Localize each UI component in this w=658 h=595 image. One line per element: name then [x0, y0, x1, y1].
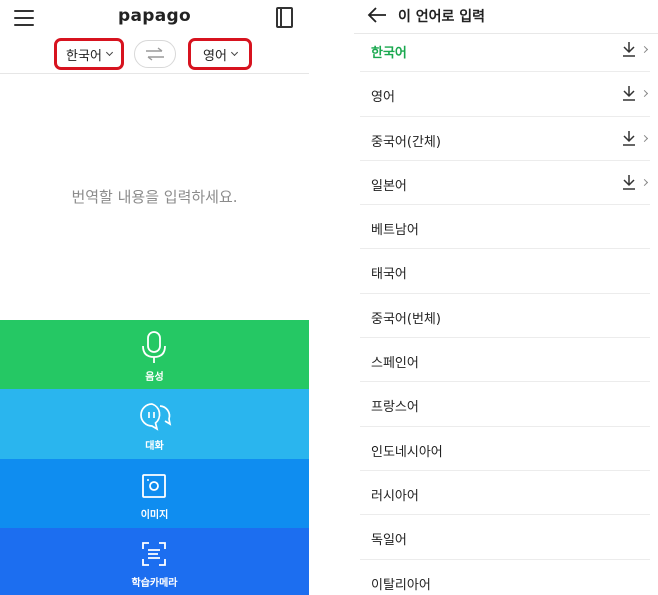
download-icon[interactable]	[622, 174, 636, 190]
swap-languages-button[interactable]	[134, 40, 176, 68]
language-bar: 한국어 영어	[0, 36, 309, 74]
language-name: 태국어	[371, 267, 407, 283]
translator-screen: papago 한국어 영어 번역할 내용을 입력하세요. 음성 대화 이미지 학…	[0, 0, 309, 595]
target-language-label: 영어	[203, 48, 227, 64]
download-icon[interactable]	[622, 41, 636, 57]
conversation-mode-button[interactable]: 대화	[0, 389, 309, 459]
language-name: 일본어	[371, 178, 407, 194]
scan-camera-icon	[142, 542, 166, 566]
language-item[interactable]: 인도네시아어	[360, 427, 650, 471]
study-camera-mode-label: 학습카메라	[131, 578, 178, 589]
chevron-down-icon	[105, 48, 113, 57]
language-name: 중국어(번체)	[371, 311, 441, 327]
image-mode-label: 이미지	[140, 510, 169, 521]
conversation-icon	[140, 403, 172, 431]
source-language-label: 한국어	[66, 48, 102, 64]
input-placeholder: 번역할 내용을 입력하세요.	[71, 188, 238, 206]
language-name: 한국어	[371, 46, 407, 61]
language-item[interactable]: 한국어	[360, 28, 650, 73]
language-item[interactable]: 일본어	[360, 161, 650, 206]
target-language-selector[interactable]: 영어	[188, 38, 252, 70]
swap-arrows-icon	[146, 47, 164, 61]
language-name: 독일어	[371, 533, 407, 549]
language-name: 중국어(간체)	[371, 134, 441, 150]
brand-logo: papago	[118, 6, 191, 26]
translation-input-area[interactable]: 번역할 내용을 입력하세요.	[0, 75, 309, 320]
language-name: 베트남어	[371, 223, 419, 239]
language-item[interactable]: 러시아어	[360, 471, 650, 516]
language-name: 러시아어	[371, 488, 419, 504]
voice-mode-button[interactable]: 음성	[0, 320, 309, 389]
language-item[interactable]: 중국어(번체)	[360, 294, 650, 339]
language-item[interactable]: 중국어(간체)	[360, 117, 650, 161]
conversation-mode-label: 대화	[145, 441, 164, 452]
image-mode-button[interactable]: 이미지	[0, 459, 309, 528]
source-language-selector[interactable]: 한국어	[54, 38, 124, 70]
language-name: 이탈리아어	[371, 577, 431, 593]
download-icon[interactable]	[622, 85, 636, 102]
top-bar: papago	[0, 0, 309, 36]
chevron-down-icon	[230, 48, 238, 57]
panel-gap	[309, 0, 354, 595]
language-list: 한국어 영어 중국어(간체) 일본어 베트남어 태국어 중국어(번체) 스페인어…	[354, 28, 658, 595]
page-title: 이 언어로 입력	[398, 9, 486, 25]
voice-mode-label: 음성	[145, 372, 164, 383]
study-camera-mode-button[interactable]: 학습카메라	[0, 528, 309, 595]
language-name: 인도네시아어	[371, 444, 443, 460]
language-item[interactable]: 스페인어	[360, 338, 650, 383]
chevron-right-icon	[640, 134, 649, 142]
image-icon	[142, 474, 166, 498]
phrasebook-icon[interactable]	[276, 7, 293, 28]
chevron-right-icon	[640, 45, 649, 54]
language-item[interactable]: 태국어	[360, 249, 650, 294]
language-name: 프랑스어	[371, 400, 419, 416]
microphone-icon	[142, 331, 166, 363]
language-item[interactable]: 베트남어	[360, 205, 650, 250]
language-item[interactable]: 프랑스어	[360, 382, 650, 427]
language-item[interactable]: 영어	[360, 72, 650, 117]
chevron-right-icon	[640, 90, 649, 98]
download-icon[interactable]	[622, 130, 636, 146]
language-item[interactable]: 독일어	[360, 515, 650, 560]
language-name: 스페인어	[371, 356, 419, 372]
chevron-right-icon	[640, 178, 649, 186]
back-arrow-icon[interactable]	[366, 6, 388, 24]
language-item[interactable]: 이탈리아어	[360, 560, 650, 595]
input-language-screen: 이 언어로 입력 한국어 영어 중국어(간체) 일본어 베트남어 태국어 중국어…	[354, 0, 658, 595]
language-name: 영어	[371, 90, 395, 106]
